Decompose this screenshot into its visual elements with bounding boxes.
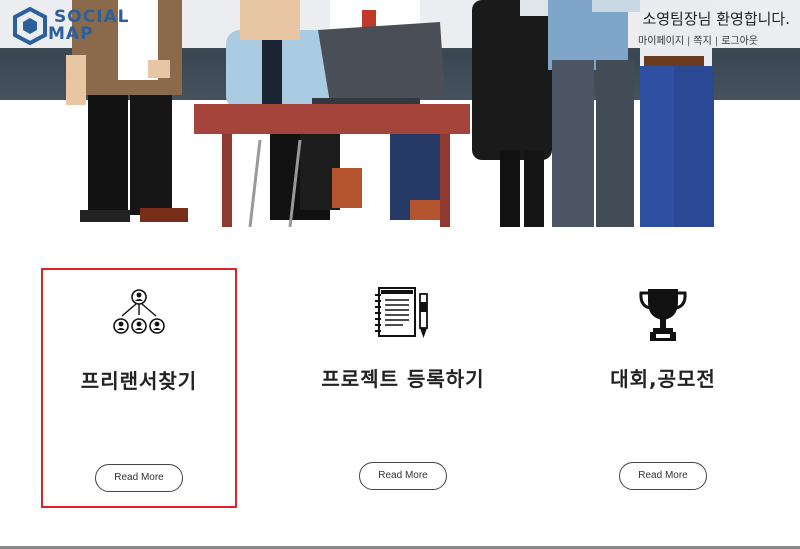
people-network-icon — [113, 289, 165, 334]
link-separator: | — [714, 36, 719, 47]
service-title: 프로젝트 등록하기 — [321, 367, 485, 391]
welcome-message: 소영팀장님 환영합니다. — [642, 10, 790, 28]
trophy-icon — [639, 289, 687, 341]
hexagon-logo-icon — [13, 6, 47, 46]
link-separator: | — [687, 36, 691, 47]
service-contests[interactable]: 대회,공모전 Read More — [565, 268, 761, 508]
service-title: 대회,공모전 — [610, 367, 716, 391]
service-project-register[interactable]: 프로젝트 등록하기 Read More — [305, 268, 501, 508]
read-more-button[interactable]: Read More — [619, 462, 707, 490]
read-more-button[interactable]: Read More — [359, 462, 447, 490]
service-title: 프리랜서찾기 — [80, 369, 198, 393]
messages-link[interactable]: 쪽지 — [693, 36, 711, 47]
mypage-link[interactable]: 마이페이지 — [638, 36, 684, 47]
read-more-button[interactable]: Read More — [95, 464, 183, 492]
logout-link[interactable]: 로그아웃 — [721, 36, 758, 47]
user-area: 소영팀장님 환영합니다. 마이페이지 | 쪽지 | 로그아웃 — [638, 8, 790, 47]
hero-banner: SOCIAL MAP 소영팀장님 환영합니다. 마이페이지 | 쪽지 | 로그아웃 — [0, 0, 800, 227]
brand-name: SOCIAL MAP — [48, 9, 130, 43]
notebook-pen-icon — [375, 287, 428, 338]
brand-logo[interactable]: SOCIAL MAP — [10, 6, 130, 46]
brand-line-2: MAP — [48, 24, 94, 44]
service-freelancer-search[interactable]: 프리랜서찾기 Read More — [41, 268, 237, 508]
user-links: 마이페이지 | 쪽지 | 로그아웃 — [638, 32, 758, 47]
